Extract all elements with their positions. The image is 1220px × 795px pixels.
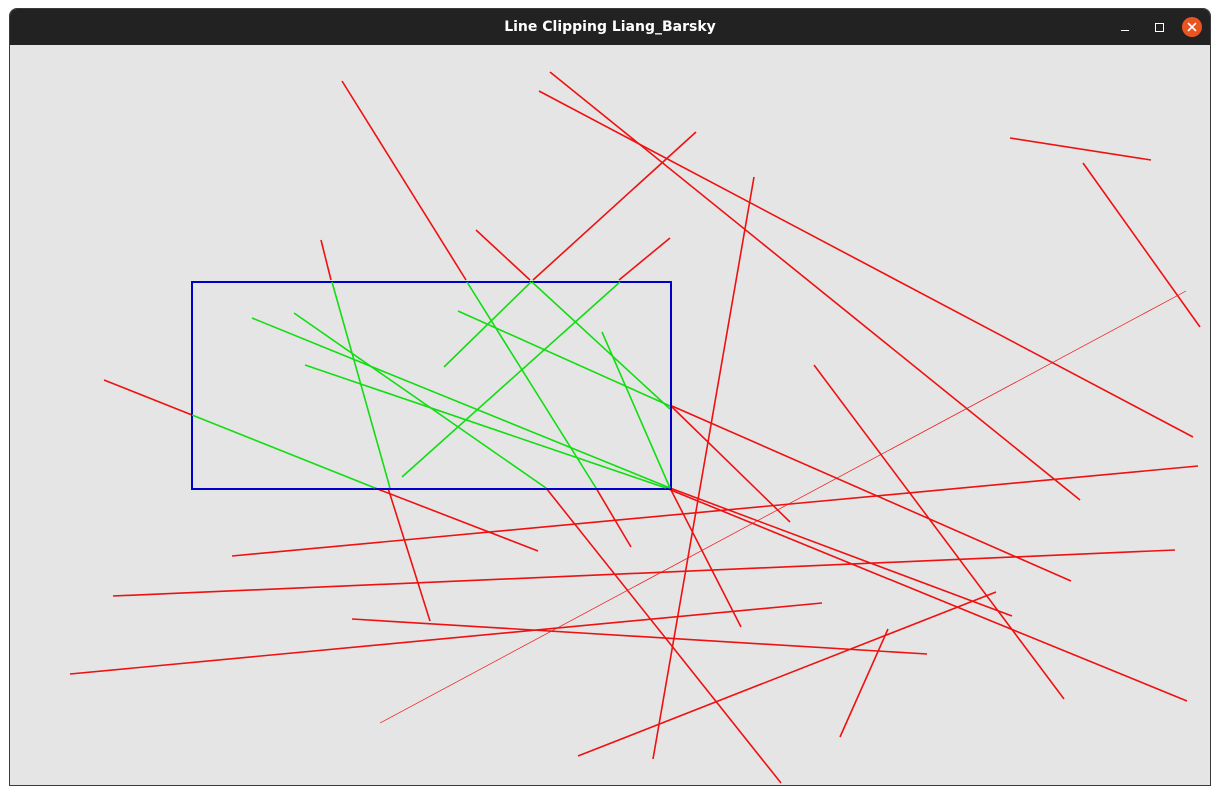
green-line (457, 310, 671, 407)
red-line (341, 80, 467, 281)
red-line (374, 487, 539, 552)
red-line (103, 379, 193, 416)
minimize-icon (1121, 29, 1129, 31)
red-line (618, 237, 671, 281)
close-icon (1187, 22, 1197, 32)
red-line (532, 131, 697, 281)
red-line (475, 229, 531, 281)
red-line (595, 487, 632, 548)
red-line (231, 465, 1199, 557)
red-thin-line (379, 290, 1187, 724)
minimize-button[interactable] (1115, 17, 1135, 37)
maximize-icon (1154, 22, 1164, 32)
green-line-group (191, 281, 671, 489)
red-line-group (69, 71, 1201, 784)
red-line (839, 628, 889, 738)
red-line (112, 549, 1176, 597)
clip-window-rect (191, 281, 672, 490)
red-line (538, 90, 1194, 438)
title-bar[interactable]: Line Clipping Liang_Barsky (10, 9, 1210, 45)
green-line (531, 281, 671, 410)
app-window: Line Clipping Liang_Barsky (9, 8, 1211, 786)
red-line (69, 602, 823, 675)
green-line (331, 281, 391, 489)
green-line (304, 364, 667, 489)
red-line (652, 176, 755, 760)
red-line (665, 487, 1188, 702)
green-line (401, 281, 621, 478)
red-line (320, 239, 332, 281)
red-line (387, 487, 431, 622)
red-line (671, 405, 1072, 582)
window-title: Line Clipping Liang_Barsky (504, 19, 716, 35)
green-line (191, 414, 376, 489)
red-line (1009, 137, 1152, 161)
red-line (671, 406, 791, 523)
red-line (351, 618, 928, 655)
red-line (545, 487, 782, 784)
red-line (577, 591, 997, 757)
red-line (1082, 162, 1201, 328)
red-line (549, 71, 1081, 501)
maximize-button[interactable] (1149, 17, 1169, 37)
close-button[interactable] (1182, 17, 1202, 37)
drawing-canvas (69, 71, 1201, 784)
red-line (669, 487, 1013, 617)
